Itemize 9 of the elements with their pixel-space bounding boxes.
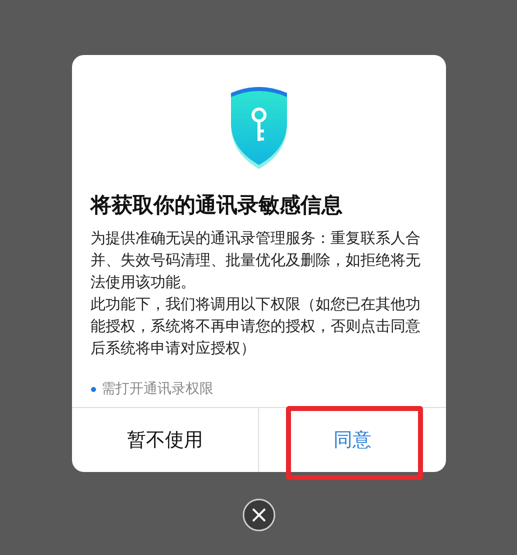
bullet-icon xyxy=(90,386,96,392)
dialog-title: 将获取你的通讯录敏感信息 xyxy=(88,192,344,219)
body-paragraph: 为提供准确无误的通讯录管理服务：重复联系人合并、失效号码清理、批量优化及删除，如拒绝将无法使用该功能。 xyxy=(90,229,420,293)
agree-button[interactable]: 同意 xyxy=(259,408,446,472)
close-icon[interactable] xyxy=(242,498,276,532)
shield-key-icon xyxy=(228,85,288,171)
decline-button[interactable]: 暂不使用 xyxy=(72,408,258,472)
body-paragraph: 此功能下，我们将调用以下权限（如您已在其他功能授权，系统将不再申请您的授权，否则点击同意后系统将申请对应授权） xyxy=(90,295,420,359)
permission-note: 需打开通讯录权限 xyxy=(102,380,214,398)
